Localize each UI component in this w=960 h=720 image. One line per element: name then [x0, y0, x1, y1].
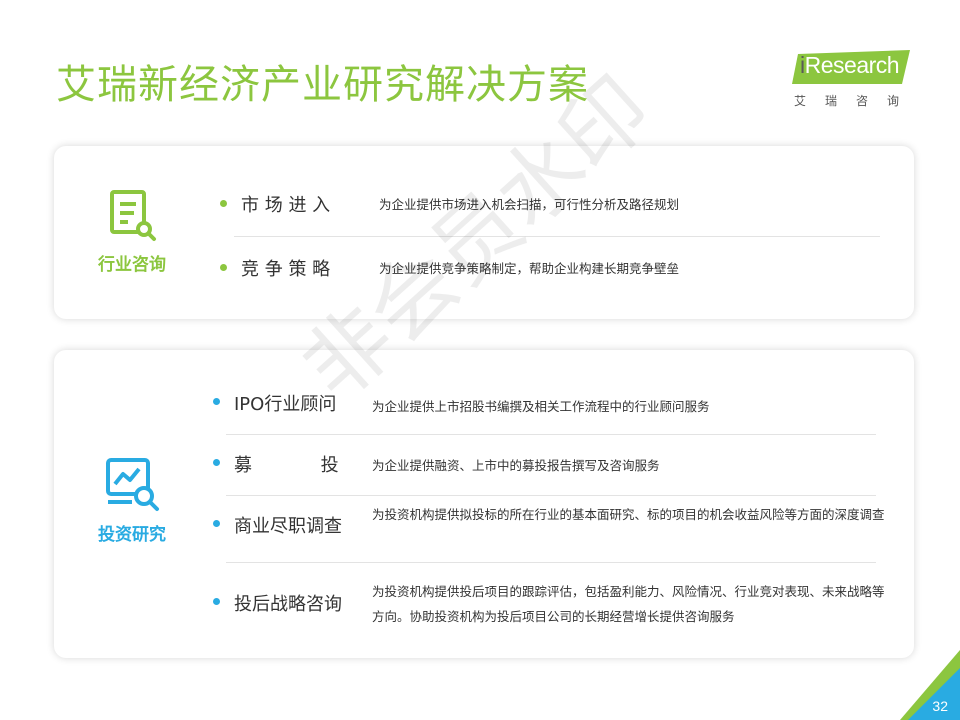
page-number: 32 — [932, 698, 948, 714]
item-name: 商业尽职调查 — [234, 516, 342, 537]
bullet-dot — [220, 264, 227, 271]
bullet-dot — [220, 200, 227, 207]
logo-text: iResearch — [800, 52, 900, 78]
document-search-icon — [110, 190, 156, 241]
investment-research-category: 投资研究 — [72, 454, 192, 545]
iresearch-logo: iResearch 艾瑞咨询 — [792, 50, 916, 112]
item-description: 为企业提供竞争策略制定，帮助企业构建长期竞争壁垒 — [379, 261, 680, 276]
item-name: 投后战略咨询 — [234, 594, 342, 615]
item-name: 市 场 进 入 — [241, 195, 331, 216]
item-description: 为企业提供上市招股书编撰及相关工作流程中的行业顾问服务 — [372, 399, 710, 414]
divider — [226, 562, 876, 563]
logo-subtitle: 艾瑞咨询 — [794, 94, 919, 108]
industry-consulting-category: 行业咨询 — [72, 188, 192, 275]
item-description: 为企业提供融资、上市中的募投报告撰写及咨询服务 — [372, 458, 660, 473]
item-description: 为投资机构提供投后项目的跟踪评估，包括盈利能力、风险情况、行业竞对表现、未来战略… — [372, 584, 885, 624]
category-label: 投资研究 — [98, 525, 166, 545]
industry-consulting-card: 行业咨询 市 场 进 入 为企业提供市场进入机会扫描，可行性分析及路径规划 竞 … — [54, 146, 914, 319]
bullet-dot — [213, 598, 220, 605]
item-description: 为企业提供市场进入机会扫描，可行性分析及路径规划 — [379, 197, 680, 212]
divider — [226, 434, 876, 435]
item-name: 竞 争 策 略 — [241, 259, 331, 280]
chart-search-icon — [106, 458, 159, 511]
bullet-dot — [213, 459, 220, 466]
category-label: 行业咨询 — [98, 255, 166, 275]
bullet-dot — [213, 520, 220, 527]
logo-badge: iResearch — [792, 50, 910, 84]
bullet-dot — [213, 398, 220, 405]
item-description: 为投资机构提供拟投标的所在行业的基本面研究、标的项目的机会收益风险等方面的深度调… — [372, 507, 885, 522]
divider — [234, 236, 880, 237]
item-name: IPO行业顾问 — [234, 394, 337, 415]
investment-research-card: 投资研究 IPO行业顾问 为企业提供上市招股书编撰及相关工作流程中的行业顾问服务… — [54, 350, 914, 658]
item-name: 募 投 — [234, 455, 339, 476]
page-title: 艾瑞新经济产业研究解决方案 — [56, 62, 589, 108]
divider — [226, 495, 876, 496]
corner-decoration — [900, 650, 960, 720]
